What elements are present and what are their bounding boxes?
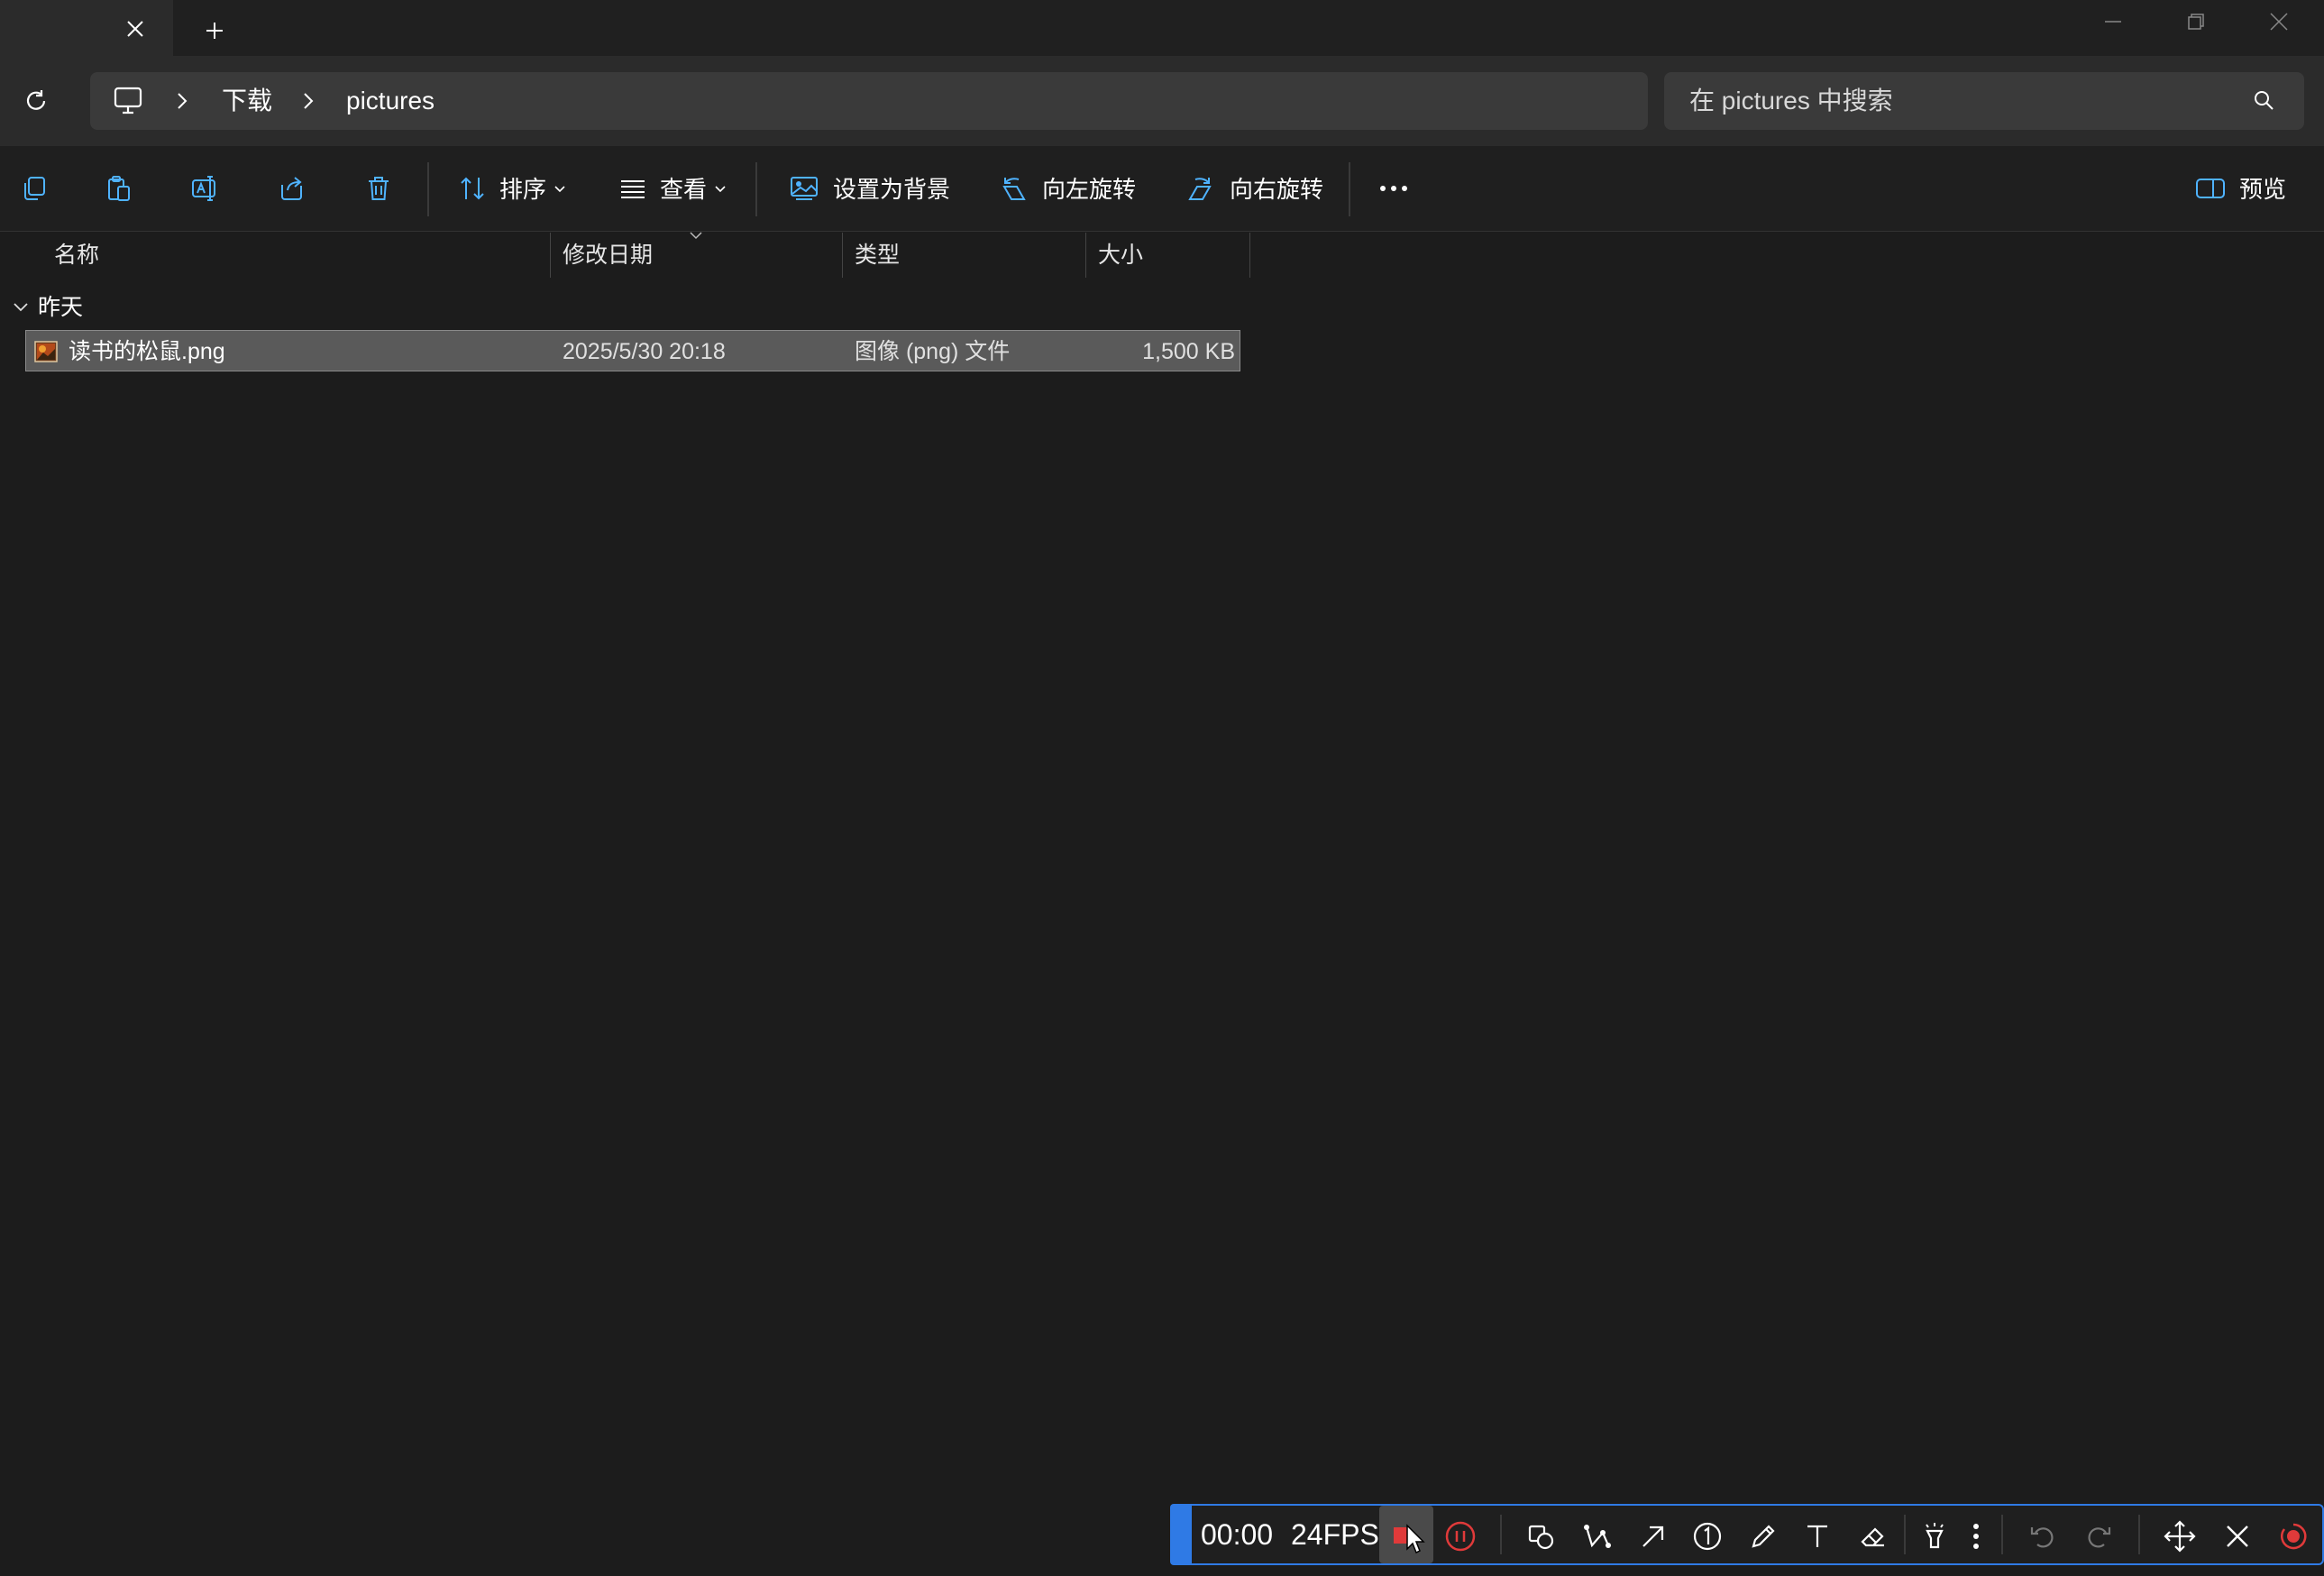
pen-icon[interactable] <box>1745 1518 1781 1554</box>
set-background-icon[interactable] <box>788 171 820 206</box>
column-header-modified[interactable]: 修改日期 <box>563 236 653 274</box>
chevron-right-icon[interactable] <box>173 88 191 114</box>
move-icon[interactable] <box>2162 1518 2198 1554</box>
column-header-type[interactable]: 类型 <box>855 236 900 274</box>
restore-icon[interactable] <box>2171 5 2221 38</box>
separator <box>427 162 429 216</box>
search-icon[interactable] <box>2250 87 2279 115</box>
set-background-label[interactable]: 设置为背景 <box>833 171 950 207</box>
rename-icon[interactable] <box>189 171 222 206</box>
rotate-left-label[interactable]: 向左旋转 <box>1042 171 1136 207</box>
separator <box>1904 1515 1906 1554</box>
step-number-icon[interactable] <box>1689 1518 1725 1554</box>
spotlight-icon[interactable] <box>1917 1518 1953 1554</box>
separator <box>1500 1515 1502 1554</box>
undo-icon[interactable] <box>2025 1518 2061 1554</box>
stop-recording-button[interactable] <box>1379 1506 1433 1563</box>
new-tab-plus-icon[interactable] <box>198 14 231 47</box>
png-image-file-icon <box>34 341 58 362</box>
recording-timer: 00:00 <box>1201 1518 1274 1551</box>
record-icon[interactable] <box>2275 1518 2311 1554</box>
column-divider[interactable] <box>550 233 551 278</box>
sort-descending-icon <box>687 229 705 242</box>
rotate-left-icon[interactable] <box>997 171 1029 206</box>
file-size: 1,500 KB <box>1142 339 1235 364</box>
command-bar <box>0 146 2324 232</box>
separator <box>755 162 757 216</box>
address-bar[interactable] <box>90 72 1648 130</box>
arrow-icon[interactable] <box>1635 1518 1671 1554</box>
text-tool-icon[interactable] <box>1799 1518 1835 1554</box>
file-name[interactable]: 读书的松鼠.png <box>69 334 225 370</box>
share-icon[interactable] <box>276 171 308 206</box>
file-type: 图像 (png) 文件 <box>855 339 1011 364</box>
close-tab-icon[interactable] <box>119 13 151 45</box>
recording-fps: 24FPS <box>1291 1518 1379 1551</box>
pause-icon[interactable] <box>1442 1518 1478 1554</box>
recorder-drag-handle[interactable] <box>1170 1504 1192 1565</box>
title-bar <box>0 0 2324 56</box>
search-placeholder[interactable]: 在 pictures 中搜索 <box>1689 83 1893 119</box>
more-options-icon[interactable] <box>1377 171 1410 206</box>
stop-icon <box>1394 1524 1425 1554</box>
sort-button-label[interactable]: 排序 <box>499 171 546 207</box>
this-pc-icon[interactable] <box>112 85 146 117</box>
group-header-yesterday[interactable]: 昨天 <box>38 290 83 325</box>
more-vertical-icon[interactable] <box>1958 1518 1994 1554</box>
chevron-down-icon[interactable] <box>552 180 568 197</box>
separator <box>2138 1515 2140 1554</box>
view-icon[interactable] <box>617 171 649 206</box>
shapes-icon[interactable] <box>1523 1518 1560 1554</box>
separator <box>2001 1515 2003 1554</box>
preview-pane-icon[interactable] <box>2194 171 2227 206</box>
separator <box>1349 162 1350 216</box>
column-divider[interactable] <box>842 233 843 278</box>
rotate-right-icon[interactable] <box>1185 171 1217 206</box>
refresh-icon[interactable] <box>18 83 54 119</box>
preview-label[interactable]: 预览 <box>2239 171 2286 207</box>
chevron-right-icon[interactable] <box>299 88 317 114</box>
rotate-right-label[interactable]: 向右旋转 <box>1230 171 1323 207</box>
column-divider[interactable] <box>1249 233 1250 278</box>
column-header-name[interactable]: 名称 <box>54 236 99 274</box>
paste-icon[interactable] <box>103 171 135 206</box>
sort-icon[interactable] <box>456 171 489 206</box>
breadcrumb-pictures[interactable]: pictures <box>346 83 435 119</box>
copy-icon[interactable] <box>18 171 50 206</box>
file-modified-date: 2025/5/30 20:18 <box>563 339 726 364</box>
view-button-label[interactable]: 查看 <box>660 171 707 207</box>
chevron-down-icon[interactable] <box>712 180 728 197</box>
close-recorder-icon[interactable] <box>2219 1518 2255 1554</box>
breadcrumb-downloads[interactable]: 下载 <box>222 83 272 119</box>
redo-icon[interactable] <box>2081 1518 2117 1554</box>
eraser-icon[interactable] <box>1855 1518 1891 1554</box>
group-collapse-chevron-icon[interactable] <box>9 296 32 319</box>
column-divider[interactable] <box>1085 233 1086 278</box>
polyline-icon[interactable] <box>1579 1518 1615 1554</box>
column-header-size[interactable]: 大小 <box>1098 236 1143 274</box>
window-close-icon[interactable] <box>2254 5 2304 38</box>
minimize-icon[interactable] <box>2088 5 2138 38</box>
delete-icon[interactable] <box>362 171 395 206</box>
